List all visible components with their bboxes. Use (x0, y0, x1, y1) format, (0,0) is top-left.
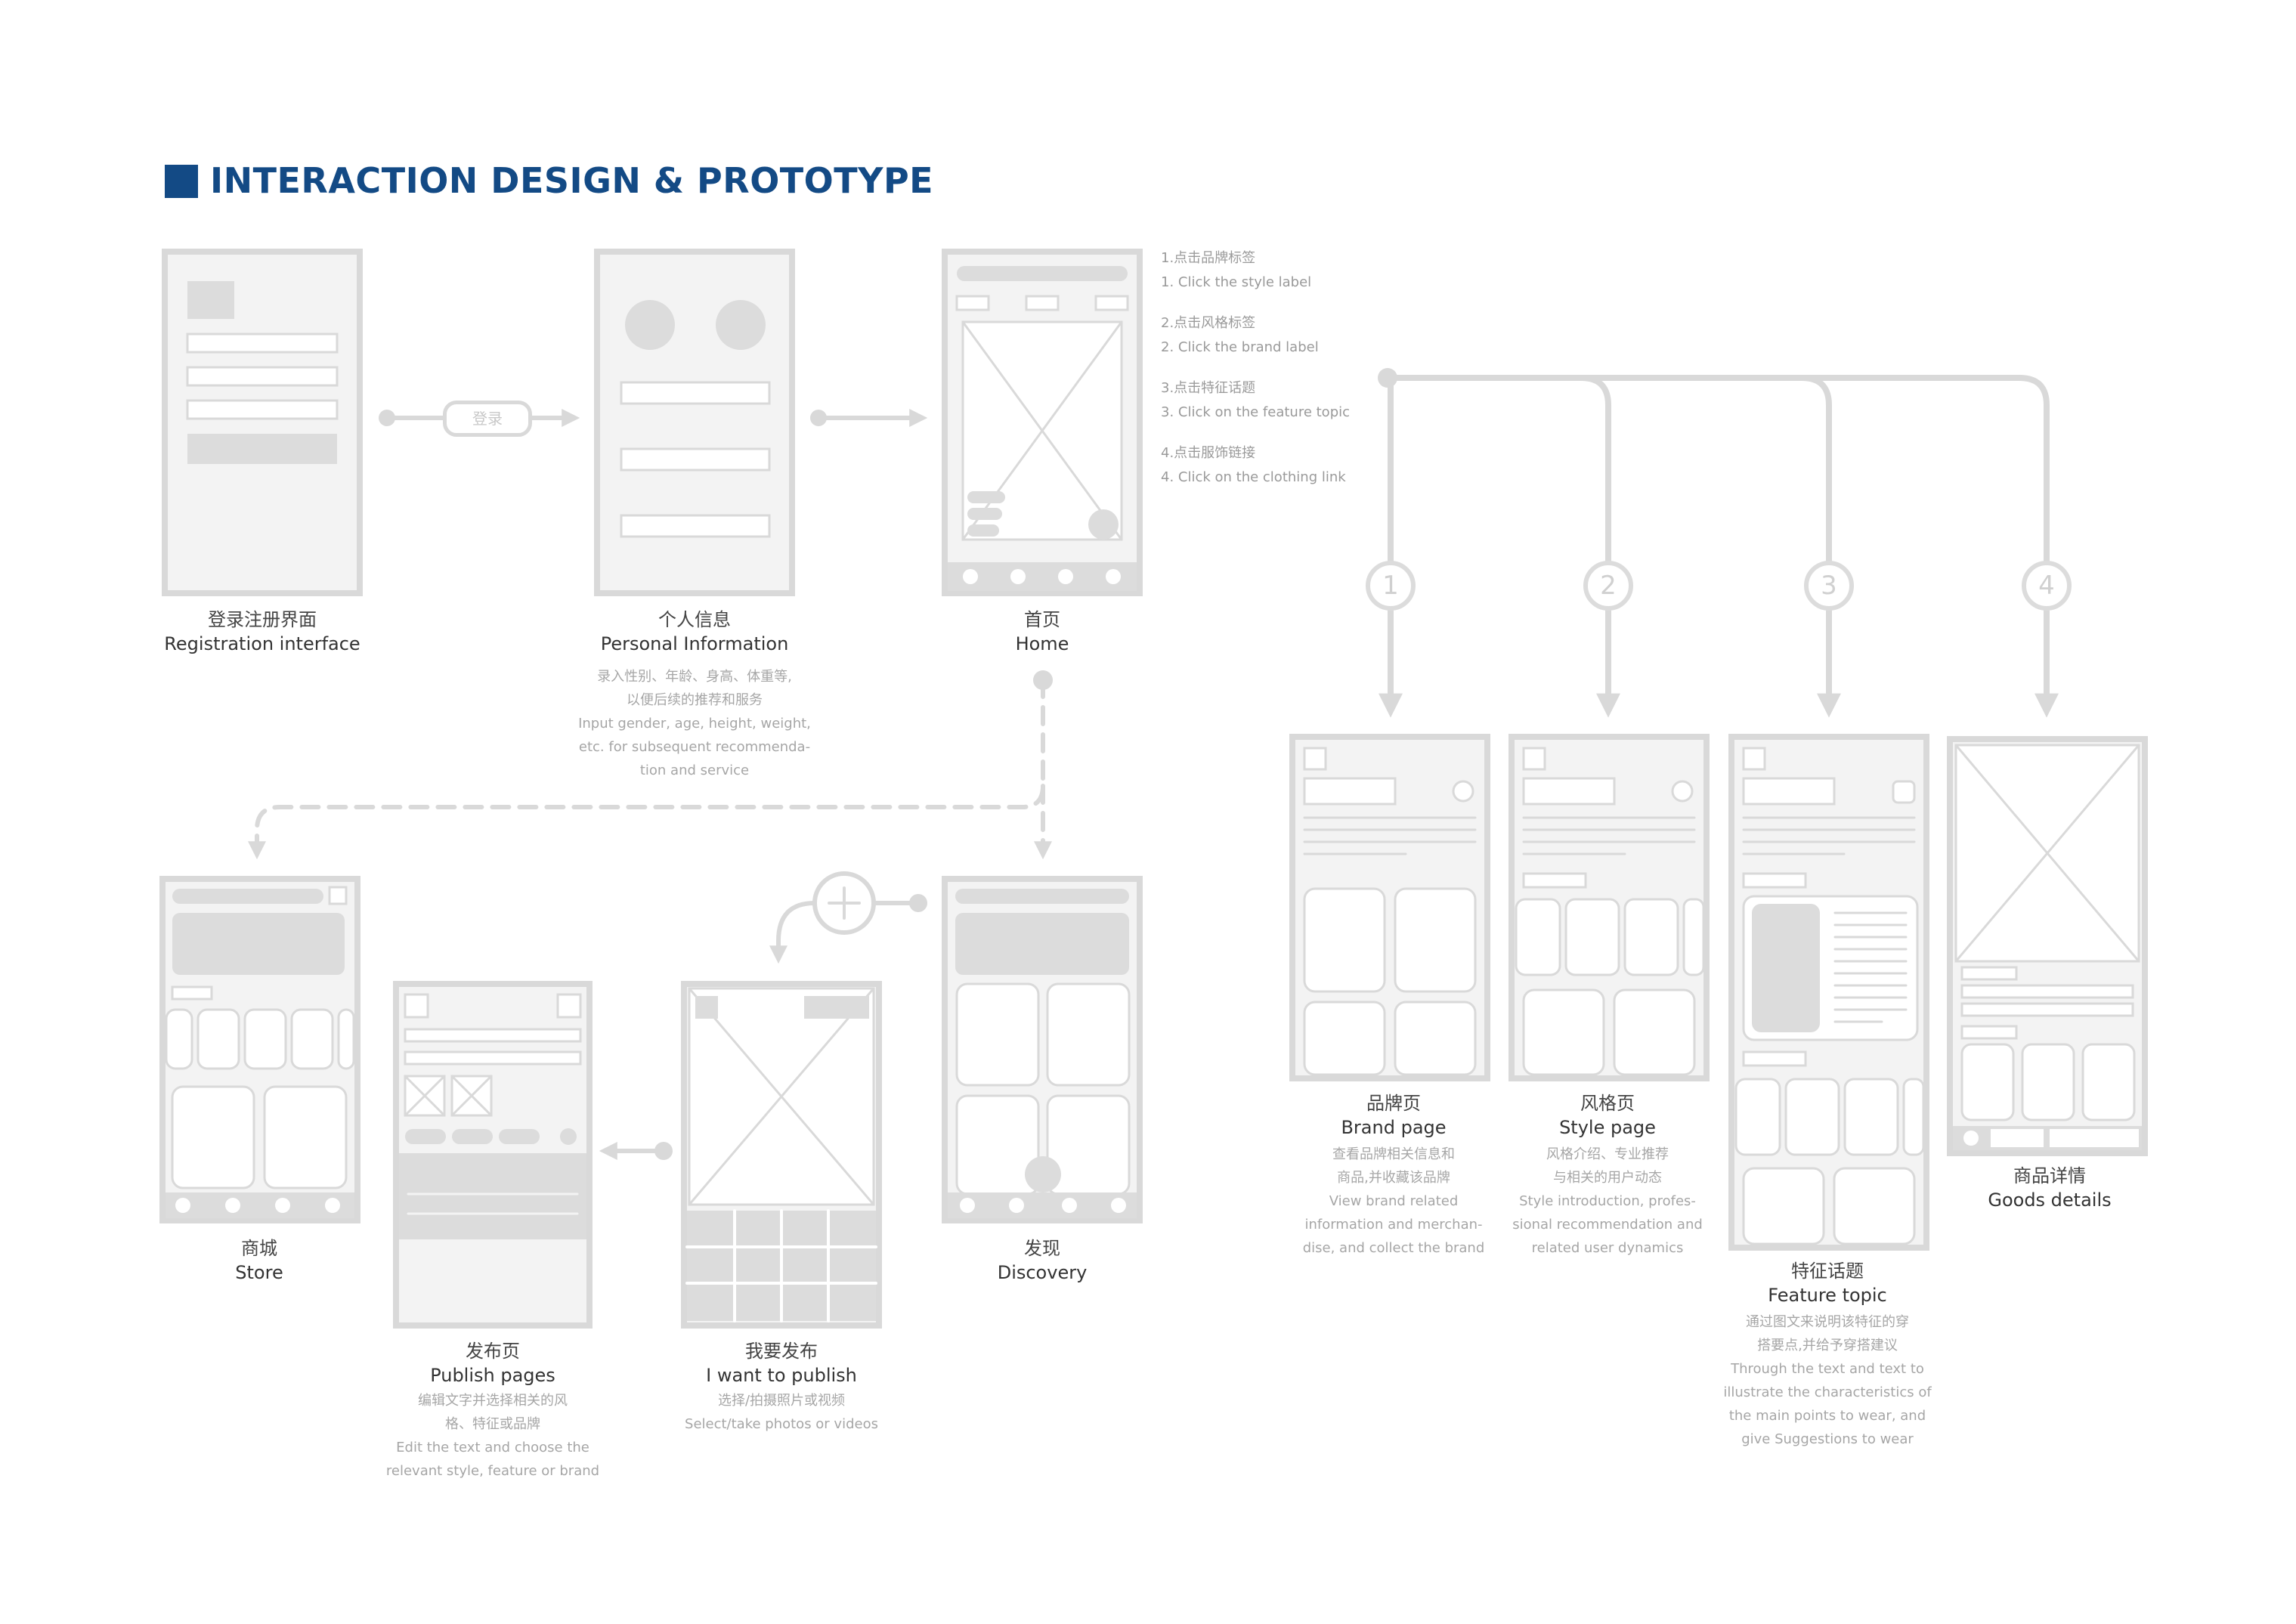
publish-page-label: 发布页 Publish pages (430, 1341, 555, 1386)
login-button[interactable]: 登录 (443, 401, 532, 437)
step-4-zh: 4.点击服饰链接 (1161, 445, 1256, 461)
branch-number-4: 4 (2022, 561, 2072, 611)
plus-connector (769, 871, 927, 964)
style-page-label: 风格页 Style page (1559, 1093, 1656, 1138)
feature-topic-screen (1728, 734, 1929, 1251)
want-publish-label: 我要发布 I want to publish (706, 1341, 857, 1386)
personal-home-connector (810, 409, 928, 427)
step-3-en: 3. Click on the feature topic (1161, 404, 1351, 420)
discovery-label: 发现 Discovery (997, 1238, 1088, 1283)
style-page-screen (1508, 734, 1710, 1081)
registration-label: 登录注册界面 Registration interface (164, 609, 360, 654)
step-2-en: 2. Click the brand label (1161, 339, 1319, 355)
feature-topic-label: 特征话题 Feature topic (1768, 1261, 1887, 1306)
registration-screen (162, 249, 363, 596)
step-1-zh: 1.点击品牌标签 (1161, 250, 1256, 266)
want-publish-screen (681, 981, 882, 1329)
step-2-zh: 2.点击风格标签 (1161, 315, 1256, 331)
goods-details-label: 商品详情 Goods details (1988, 1165, 2112, 1211)
title-square-icon (165, 165, 198, 198)
publish-page-screen (393, 981, 593, 1329)
goods-details-screen (1947, 736, 2148, 1156)
page-title: INTERACTION DESIGN & PROTOTYPE (210, 160, 934, 201)
style-page-description: 风格介绍、专业推荐 与相关的用户动态 Style introduction, p… (1512, 1146, 1703, 1256)
branch-number-1: 1 (1366, 561, 1416, 611)
store-label: 商城 Store (235, 1238, 283, 1283)
discovery-screen (942, 876, 1143, 1223)
flow-diagram (159, 249, 2148, 1329)
personal-label: 个人信息 Personal Information (600, 609, 789, 654)
store-screen (159, 876, 360, 1223)
step-3-zh: 3.点击特征话题 (1161, 380, 1256, 396)
brand-page-label: 品牌页 Brand page (1341, 1093, 1447, 1138)
step-instructions: 1.点击品牌标签 1. Click the style label 2.点击风格… (1161, 246, 1350, 490)
step-1-en: 1. Click the style label (1161, 274, 1312, 290)
brand-page-description: 查看品牌相关信息和 商品,并收藏该品牌 View brand related i… (1302, 1146, 1485, 1256)
branch-number-2: 2 (1583, 561, 1633, 611)
publish-page-description: 编辑文字并选择相关的风 格、特征或品牌 Edit the text and ch… (385, 1393, 600, 1479)
want-publish-description: 选择/拍摄照片或视频 Select/take photos or videos (685, 1393, 878, 1432)
feature-topic-description: 通过图文来说明该特征的穿 搭要点,并给予穿搭建议 Through the tex… (1723, 1314, 1932, 1447)
brand-page-screen (1289, 734, 1490, 1081)
personal-description: 录入性别、年龄、身高、体重等, 以便后续的推荐和服务 Input gender,… (578, 669, 811, 778)
home-screen (942, 249, 1143, 596)
personal-info-screen (594, 249, 795, 596)
branch-lines (1378, 368, 2059, 718)
step-4-en: 4. Click on the clothing link (1161, 469, 1346, 485)
publish-connector (599, 1142, 673, 1160)
branch-number-3: 3 (1804, 561, 1854, 611)
home-label: 首页 Home (1015, 609, 1069, 654)
